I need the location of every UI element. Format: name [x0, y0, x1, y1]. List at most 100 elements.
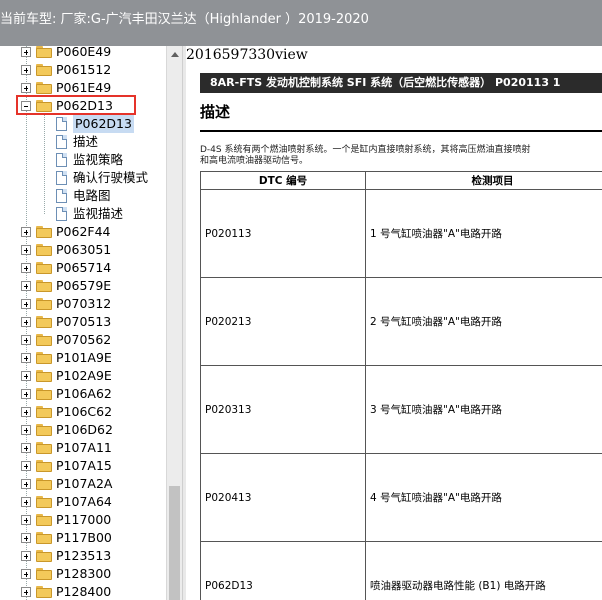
expand-toggle-icon[interactable] — [21, 65, 31, 75]
section-rule — [200, 130, 602, 132]
expand-toggle-icon[interactable] — [21, 461, 31, 471]
expand-toggle-icon[interactable] — [21, 497, 31, 507]
dtc-code-cell: P062D13 — [200, 541, 366, 600]
tree-folder-label: P070312 — [56, 296, 112, 311]
detection-item-cell: 4 号气缸喷油器"A"电路开路 — [365, 453, 602, 542]
detection-item-cell: 1 号气缸喷油器"A"电路开路 — [365, 189, 602, 278]
folder-icon — [36, 334, 52, 346]
tree-folder-label: P107A11 — [56, 440, 112, 455]
expand-toggle-icon[interactable] — [21, 317, 31, 327]
dtc-table: DTC 编号 检测项目 P020113 1 号气缸喷油器"A"电路开路 P02021… — [200, 171, 602, 600]
expand-toggle-icon[interactable] — [21, 407, 31, 417]
tree-folder-label: P117B00 — [56, 530, 112, 545]
dtc-code-cell: P020413 — [200, 453, 366, 542]
table-row: P020213 2 号气缸喷油器"A"电路开路 — [200, 277, 602, 366]
folder-icon — [36, 568, 52, 580]
tree-folder-label: P063051 — [56, 242, 112, 257]
dtc-code-cell: P020313 — [200, 365, 366, 454]
detection-item-header: 检测项目 — [365, 171, 602, 190]
tree-folder-label: P117000 — [56, 512, 112, 527]
table-row: P020413 4 号气缸喷油器"A"电路开路 — [200, 453, 602, 542]
section-banner: 8AR-FTS 发动机控制系统 SFI 系统（后空燃比传感器） P020113 … — [200, 73, 602, 93]
tree-folder-label: P101A9E — [56, 350, 112, 365]
folder-icon — [36, 244, 52, 256]
tree-page-label: 电路图 — [73, 188, 111, 203]
expand-toggle-icon[interactable] — [21, 281, 31, 291]
expand-toggle-icon[interactable] — [21, 299, 31, 309]
expand-toggle-icon[interactable] — [21, 353, 31, 363]
document-icon — [56, 189, 67, 203]
folder-icon — [36, 46, 52, 58]
document-icon — [56, 153, 67, 167]
folder-icon — [36, 370, 52, 382]
detection-item-cell: 2 号气缸喷油器"A"电路开路 — [365, 277, 602, 366]
folder-icon — [36, 478, 52, 490]
tree-folder-label: P06579E — [56, 278, 112, 293]
tree-folder-label: P123513 — [56, 548, 112, 563]
folder-icon — [36, 586, 52, 598]
detection-item-cell: 3 号气缸喷油器"A"电路开路 — [365, 365, 602, 454]
tree-folder-label: P060E49 — [56, 46, 112, 59]
table-header-row: DTC 编号 检测项目 — [200, 171, 602, 190]
folder-icon — [36, 388, 52, 400]
folder-icon — [36, 532, 52, 544]
folder-icon — [36, 262, 52, 274]
folder-icon — [36, 514, 52, 526]
dtc-code-cell: P020113 — [200, 189, 366, 278]
document-icon — [56, 171, 67, 185]
tree-folder-label: P070513 — [56, 314, 112, 329]
expand-toggle-icon[interactable] — [21, 263, 31, 273]
expand-toggle-icon[interactable] — [21, 227, 31, 237]
dtc-tree[interactable]: P060E49 P061512 P061E49 P062D13 P062D13 描述 监视策… — [0, 46, 166, 600]
folder-icon — [36, 442, 52, 454]
tree-folder-label: P070562 — [56, 332, 112, 347]
description-text: D-4S 系统有两个燃油喷射系统。一个是缸内直接喷射系统，其将高压燃油直接喷射 … — [200, 145, 602, 167]
tree-folder-label: P102A9E — [56, 368, 112, 383]
table-row: P020313 3 号气缸喷油器"A"电路开路 — [200, 365, 602, 454]
expand-toggle-icon[interactable] — [21, 425, 31, 435]
scroll-up-arrow-icon[interactable] — [171, 52, 179, 57]
tree-folder-label: P061512 — [56, 62, 112, 77]
tree-folder-label: P065714 — [56, 260, 112, 275]
expand-toggle-icon[interactable] — [21, 371, 31, 381]
expand-toggle-icon[interactable] — [21, 389, 31, 399]
tree-folder-label: P107A64 — [56, 494, 112, 509]
tree-page-label: 监视描述 — [73, 206, 124, 221]
tree-folder-label: P106C62 — [56, 404, 113, 419]
expand-toggle-icon[interactable] — [21, 551, 31, 561]
expand-toggle-icon[interactable] — [21, 533, 31, 543]
tree-scrollbar-thumb[interactable] — [169, 486, 180, 600]
tree-folder-label: P128400 — [56, 584, 112, 599]
current-vehicle-label: 当前车型: 厂家:G-广汽丰田汉兰达（Highlander ）2019-2020 — [0, 12, 369, 27]
description-line: D-4S 系统有两个燃油喷射系统。一个是缸内直接喷射系统，其将高压燃油直接喷射 — [200, 145, 531, 155]
folder-icon — [36, 352, 52, 364]
document-icon — [56, 207, 67, 221]
expand-toggle-icon[interactable] — [21, 47, 31, 57]
dtc-code-cell: P020213 — [200, 277, 366, 366]
folder-icon — [36, 550, 52, 562]
tree-folder-label: P062F44 — [56, 224, 111, 239]
expand-toggle-icon[interactable] — [21, 515, 31, 525]
expand-toggle-icon[interactable] — [21, 335, 31, 345]
tree-folder-label: P106A62 — [56, 386, 112, 401]
folder-icon — [36, 280, 52, 292]
expand-toggle-icon[interactable] — [21, 83, 31, 93]
table-row: P020113 1 号气缸喷油器"A"电路开路 — [200, 189, 602, 278]
folder-icon — [36, 316, 52, 328]
tree-folder-label: P128300 — [56, 566, 112, 581]
tree-folder-label: P107A2A — [56, 476, 113, 491]
document-id: 2016597330view — [186, 47, 308, 63]
tree-guide-line — [44, 115, 45, 214]
expand-toggle-icon[interactable] — [21, 245, 31, 255]
document-pane: 2016597330view 8AR-FTS 发动机控制系统 SFI 系统（后空… — [186, 46, 602, 600]
document-icon — [56, 135, 67, 149]
expand-toggle-icon[interactable] — [21, 587, 31, 597]
section-title: 描述 — [200, 103, 231, 121]
tree-folder-label: P107A15 — [56, 458, 112, 473]
expand-toggle-icon[interactable] — [21, 479, 31, 489]
tree-scrollbar[interactable] — [166, 46, 182, 600]
folder-icon — [36, 298, 52, 310]
expand-toggle-icon[interactable] — [21, 443, 31, 453]
folder-icon — [36, 64, 52, 76]
expand-toggle-icon[interactable] — [21, 569, 31, 579]
